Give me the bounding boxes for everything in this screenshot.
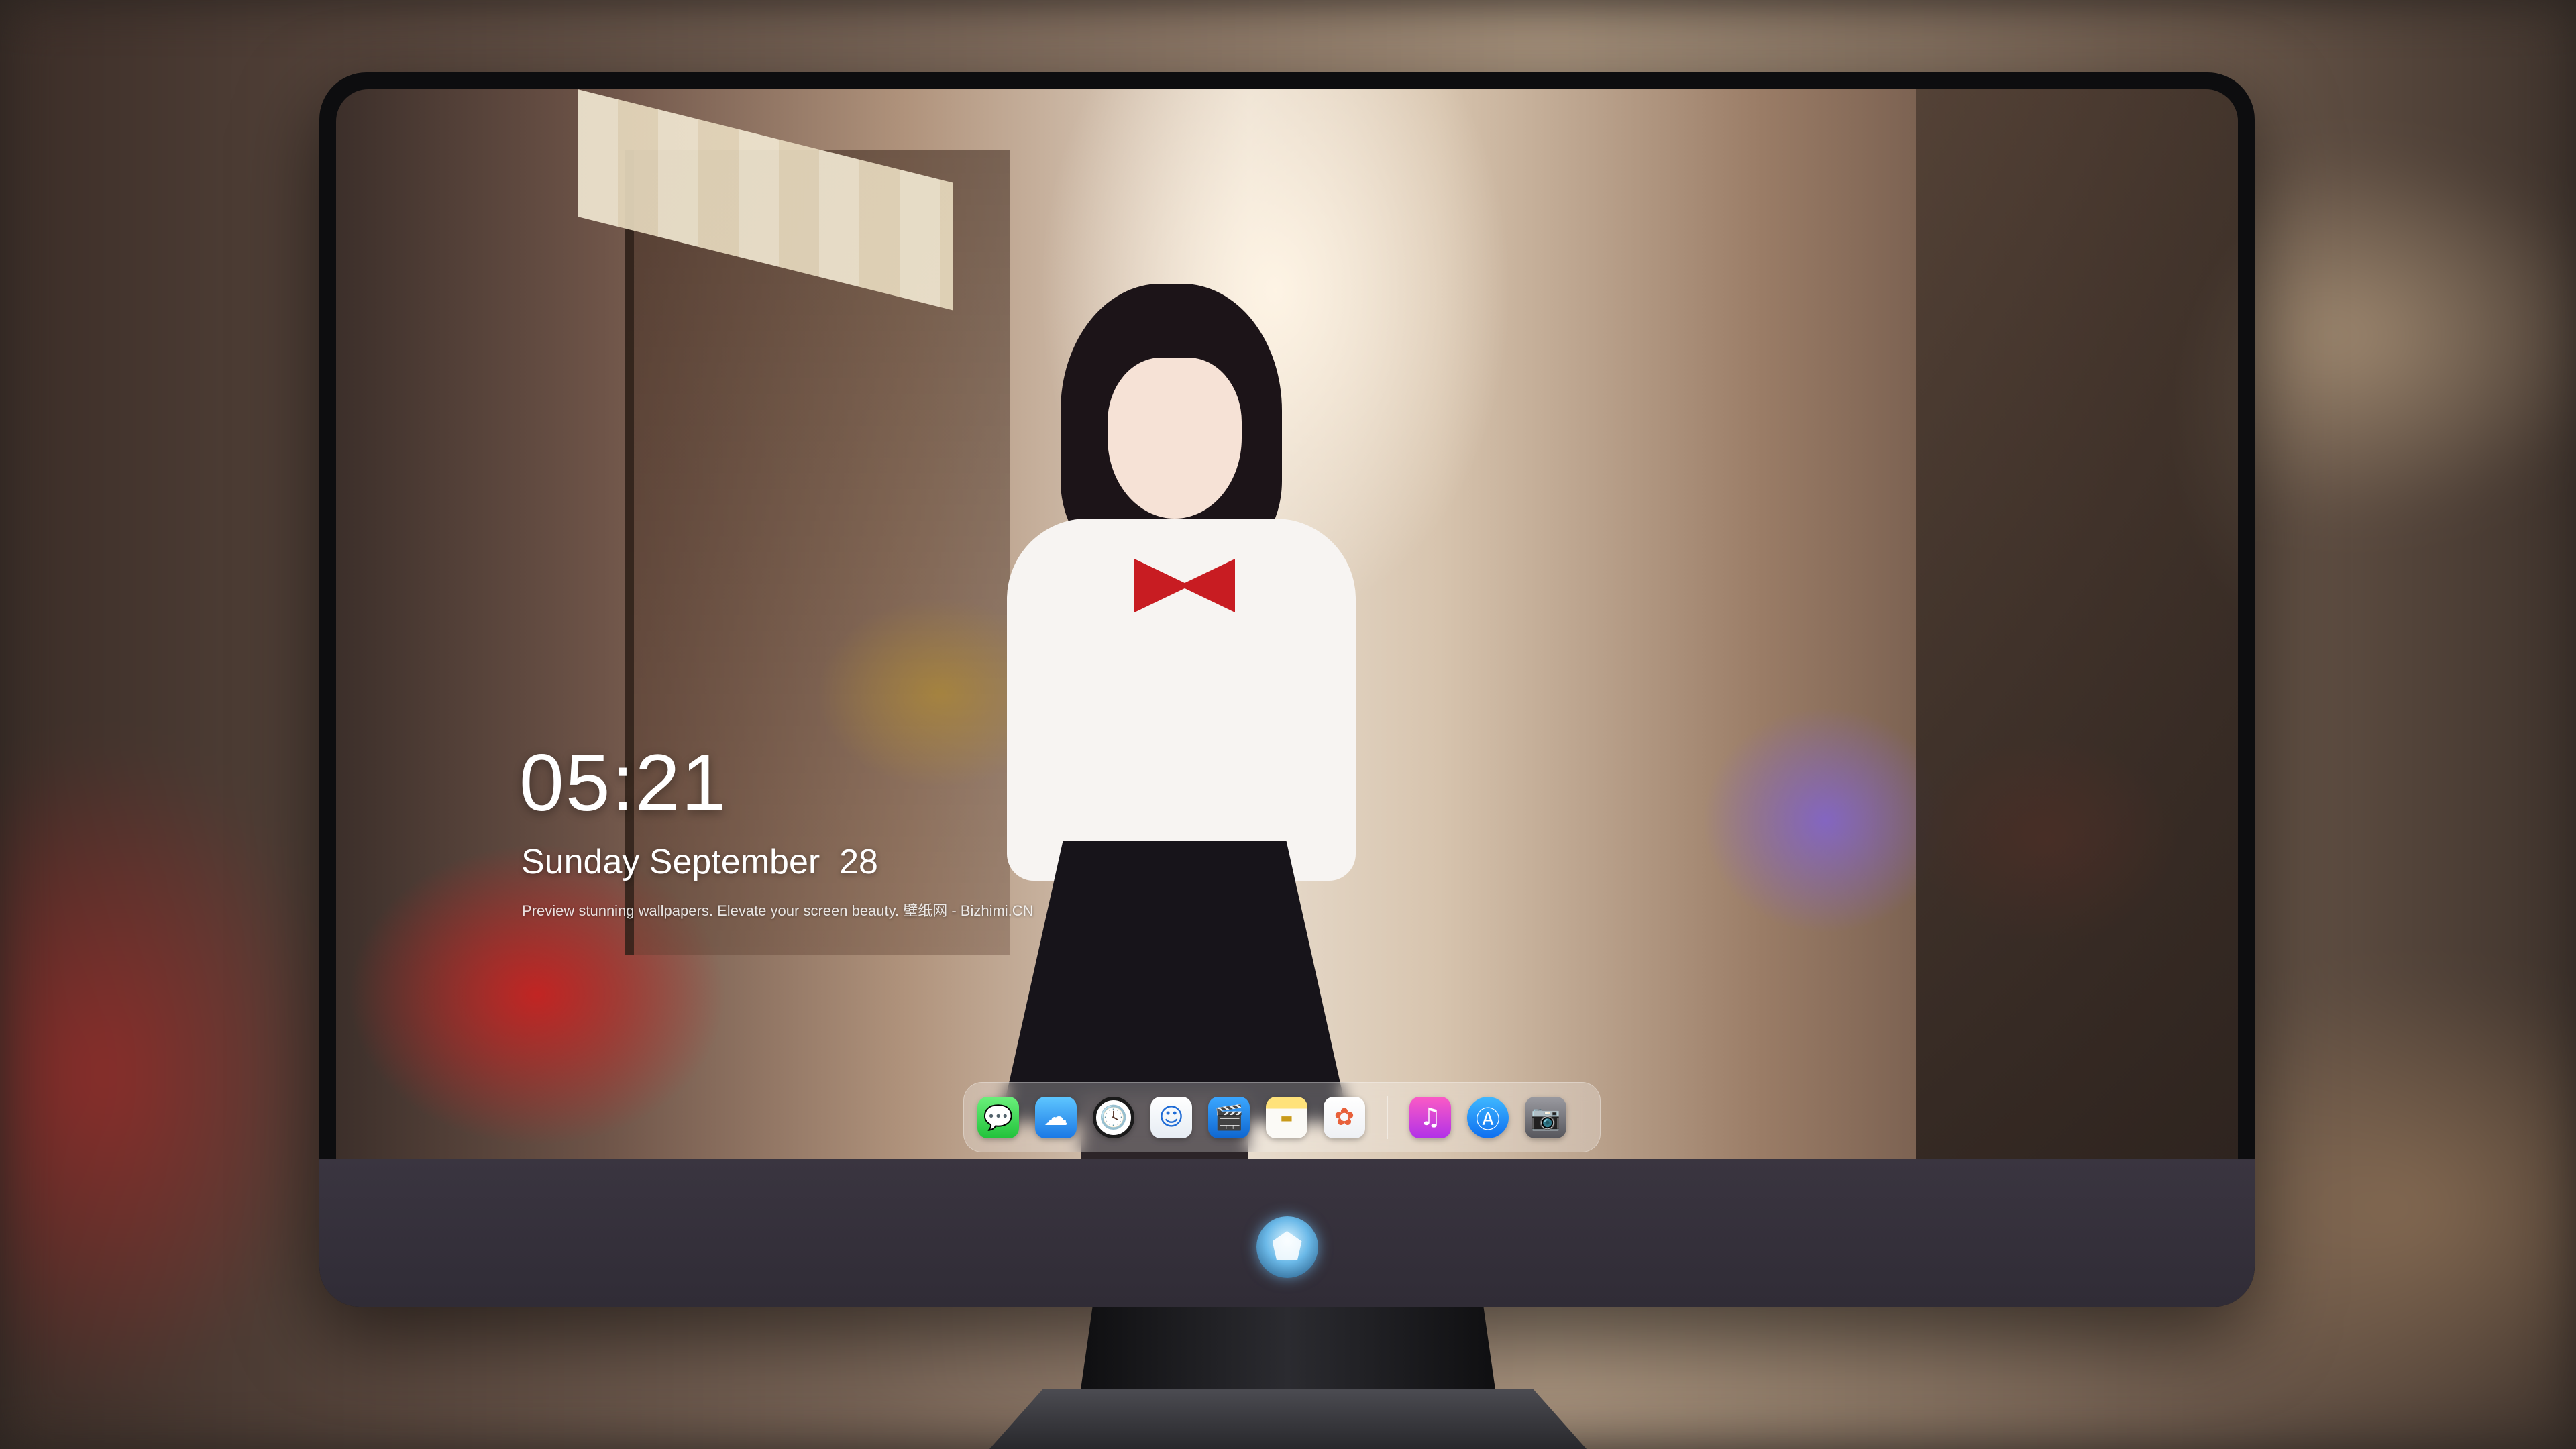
monitor-chin (319, 1159, 2255, 1307)
music-icon[interactable]: ♫ (1409, 1096, 1451, 1138)
messages-icon[interactable]: 💬 (977, 1096, 1019, 1138)
dock: 💬 ☁ 🕓 ☺ 🎬 ▬ ✿ ♫ Ⓐ 📷 (963, 1082, 1601, 1152)
photos-icon[interactable]: ✿ (1324, 1096, 1365, 1138)
finder-icon[interactable]: ☺ (1150, 1096, 1192, 1138)
wallpaper-figure-skirt (1000, 841, 1349, 1122)
clapperboard-icon[interactable]: 🎬 (1208, 1096, 1250, 1138)
brand-logo-icon (1256, 1216, 1318, 1278)
dock-separator (1387, 1095, 1388, 1139)
monitor-stand-neck (1080, 1307, 1496, 1394)
desktop-screen: 05:21 Sunday September 28 Preview stunni… (336, 89, 2238, 1159)
wallpaper-shop-right (1916, 89, 2238, 1159)
wallpaper-figure-shirt (1007, 519, 1356, 881)
app-store-icon[interactable]: Ⓐ (1467, 1096, 1509, 1138)
notes-icon[interactable]: ▬ (1266, 1096, 1307, 1138)
lock-date: Sunday September 28 (521, 843, 878, 881)
monitor-stand-base (989, 1389, 1587, 1449)
wallpaper-figure-face (1108, 358, 1242, 519)
weather-icon[interactable]: ☁ (1035, 1096, 1077, 1138)
camera-icon[interactable]: 📷 (1525, 1096, 1566, 1138)
wallpaper-tagline: Preview stunning wallpapers. Elevate you… (522, 902, 1034, 919)
clock-icon[interactable]: 🕓 (1093, 1096, 1134, 1138)
monitor: 05:21 Sunday September 28 Preview stunni… (319, 72, 2255, 1307)
lock-clock: 05:21 (519, 738, 728, 828)
